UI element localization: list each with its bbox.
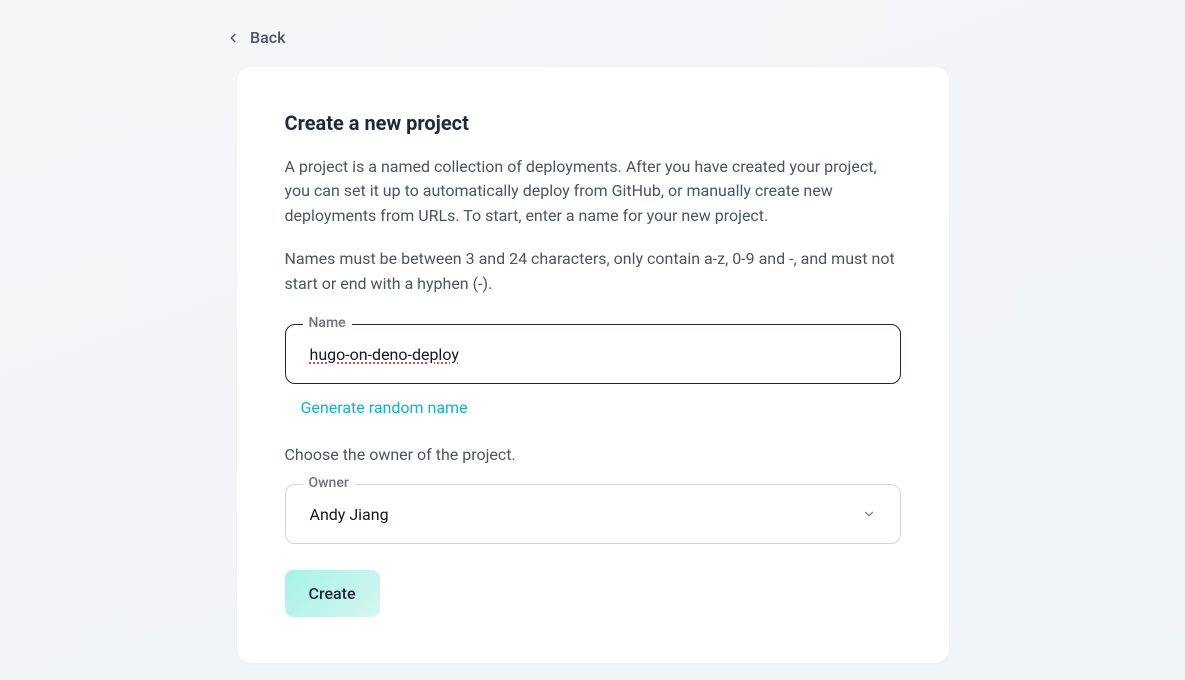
name-field-wrapper: Name hugo-on-deno-deploy: [285, 324, 901, 384]
owner-select-value: Andy Jiang: [310, 505, 389, 524]
owner-prompt: Choose the owner of the project.: [285, 445, 901, 464]
name-input[interactable]: hugo-on-deno-deploy: [285, 324, 901, 384]
create-project-card: Create a new project A project is a name…: [237, 67, 949, 664]
name-input-value: hugo-on-deno-deploy: [310, 345, 459, 364]
chevron-down-icon: [862, 507, 876, 521]
generate-random-name-link[interactable]: Generate random name: [301, 398, 468, 417]
owner-field-label: Owner: [303, 475, 355, 491]
page-title: Create a new project: [285, 111, 901, 135]
back-label: Back: [250, 28, 285, 47]
name-constraint: Names must be between 3 and 24 character…: [285, 247, 901, 297]
create-button[interactable]: Create: [285, 570, 380, 617]
owner-select[interactable]: Andy Jiang: [285, 484, 901, 544]
project-description: A project is a named collection of deplo…: [285, 155, 901, 229]
chevron-left-icon: [226, 31, 240, 45]
back-link[interactable]: Back: [226, 28, 285, 47]
owner-field-wrapper: Owner Andy Jiang: [285, 484, 901, 544]
name-field-label: Name: [303, 315, 352, 331]
